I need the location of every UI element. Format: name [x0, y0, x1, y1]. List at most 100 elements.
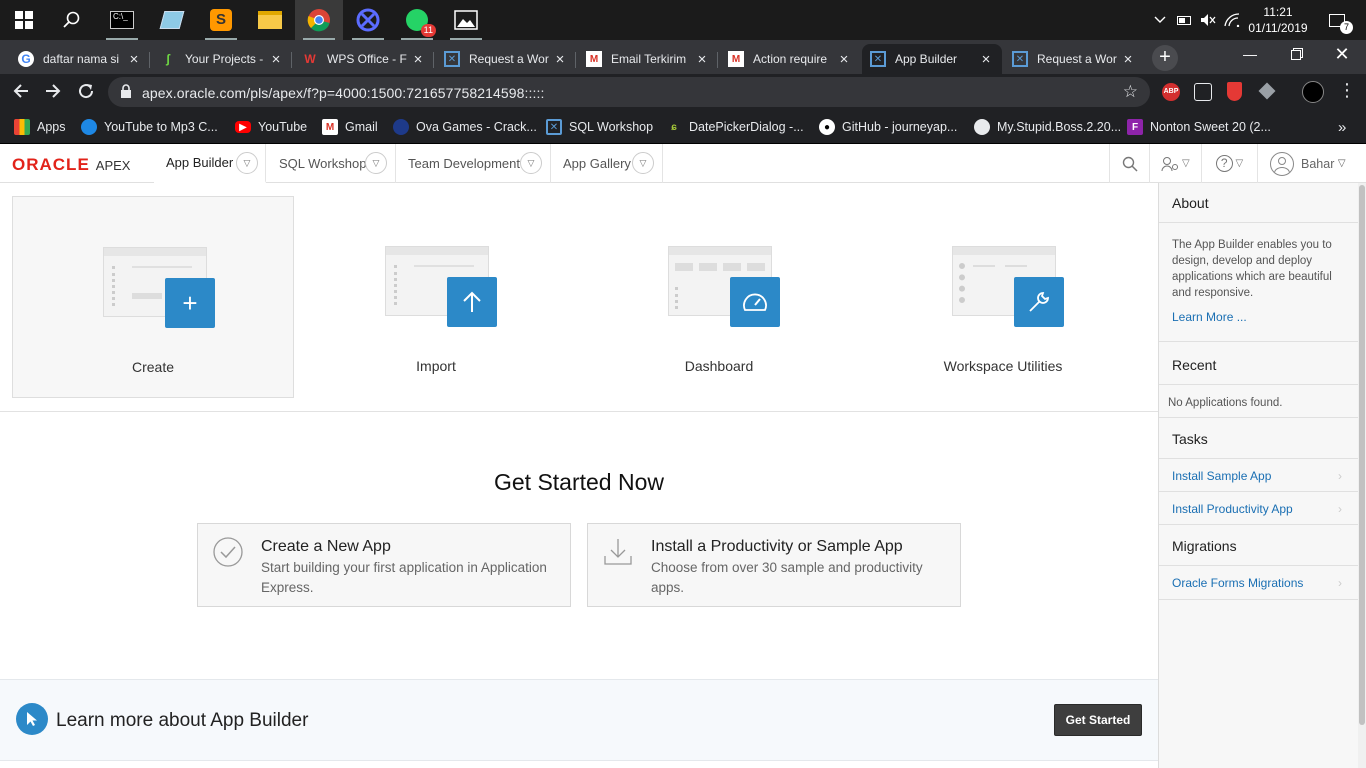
whatsapp-icon[interactable]: 11 — [393, 0, 441, 40]
bookmark-github[interactable]: ● GitHub - journeyap... — [819, 117, 957, 137]
close-window-icon[interactable]: ✕ — [1322, 40, 1362, 70]
tasks-heading: Tasks — [1172, 431, 1208, 447]
tab-app-builder[interactable]: App Builder ▽ — [154, 144, 266, 183]
oracle-apex-logo[interactable]: ORACLE APEX — [12, 155, 130, 175]
bookmark-star-icon[interactable]: ☆ — [1123, 82, 1138, 102]
dashboard-tile[interactable]: Dashboard — [578, 196, 860, 398]
chrome-notification-badge: 11 — [420, 24, 436, 37]
notepad-icon[interactable] — [148, 0, 196, 40]
cmd-icon[interactable]: C:\_ — [98, 0, 146, 40]
user-name: Bahar — [1301, 156, 1335, 171]
tab-wps-office[interactable]: W WPS Office - F × — [294, 44, 434, 74]
tab-request-workspace-1[interactable]: ✕ Request a Wor × — [436, 44, 576, 74]
bookmark-ova-games[interactable]: Ova Games - Crack... — [393, 117, 537, 137]
chevron-up-icon[interactable] — [1150, 0, 1170, 40]
tab-app-gallery[interactable]: App Gallery ▽ — [551, 144, 663, 183]
chevron-down-icon[interactable]: ▽ — [632, 152, 654, 174]
install-sample-app-link[interactable]: Install Sample App — [1172, 469, 1271, 483]
close-tab-icon[interactable]: × — [1120, 51, 1136, 68]
close-tab-icon[interactable]: × — [694, 51, 710, 68]
bookmark-youtube-to-mp3[interactable]: YouTube to Mp3 C... — [81, 117, 218, 137]
browser-menu-icon[interactable]: ⋮ — [1338, 80, 1356, 100]
clock-date: 01/11/2019 — [1248, 21, 1308, 35]
oracle-forms-migrations-link[interactable]: Oracle Forms Migrations — [1172, 576, 1303, 590]
apex-icon: ✕ — [546, 119, 562, 135]
bookmark-nonton-sweet-20[interactable]: F Nonton Sweet 20 (2... — [1127, 117, 1271, 137]
forward-arrow-icon[interactable] — [44, 82, 62, 105]
learn-more-link[interactable]: Learn More ... — [1172, 310, 1247, 324]
scrollbar-thumb[interactable] — [1359, 185, 1365, 725]
tab-team-development[interactable]: Team Development ▽ — [396, 144, 551, 183]
recent-heading: Recent — [1172, 357, 1217, 373]
apex-icon: ✕ — [444, 51, 460, 67]
close-tab-icon[interactable]: × — [126, 51, 142, 68]
sublime-icon[interactable]: S — [197, 0, 245, 40]
nav-label: App Gallery — [563, 156, 631, 171]
tab-title: Action require — [753, 52, 828, 66]
chevron-down-icon[interactable]: ▽ — [520, 152, 542, 174]
bookmarks-overflow-icon[interactable]: » — [1338, 117, 1346, 137]
gauge-icon — [730, 277, 780, 327]
new-tab-button[interactable]: + — [1152, 45, 1178, 71]
search-icon[interactable] — [48, 0, 96, 40]
chevron-down-icon[interactable]: ▽ — [236, 152, 258, 174]
page-scrollbar[interactable] — [1358, 183, 1366, 768]
install-productivity-app-card[interactable]: Install a Productivity or Sample App Cho… — [587, 523, 961, 607]
bookmark-youtube[interactable]: ▶ YouTube — [235, 117, 307, 137]
tab-sql-workshop[interactable]: SQL Workshop ▽ — [267, 144, 396, 183]
bookmark-datepickerdialog[interactable]: ɕ DatePickerDialog -... — [666, 117, 803, 137]
tab-email-terkirim[interactable]: M Email Terkirim × — [578, 44, 718, 74]
profile-avatar[interactable] — [1302, 81, 1324, 103]
bookmark-gmail[interactable]: M Gmail — [322, 117, 378, 137]
chrome-icon[interactable] — [295, 0, 343, 40]
close-tab-icon[interactable]: × — [268, 51, 284, 68]
tile-label: Dashboard — [684, 358, 754, 374]
gmail-icon: M — [728, 51, 744, 67]
file-explorer-icon[interactable] — [246, 0, 294, 40]
cube-extension-icon[interactable] — [1258, 82, 1276, 100]
system-clock[interactable]: 11:21 01/11/2019 — [1238, 4, 1318, 36]
bookmark-label: Gmail — [345, 120, 378, 134]
adblock-plus-icon[interactable]: ABP — [1162, 83, 1180, 101]
bookmark-my-stupid-boss[interactable]: My.Stupid.Boss.2.20... — [974, 117, 1121, 137]
tab-app-builder[interactable]: ✕ App Builder × — [862, 44, 1002, 74]
extension-icon[interactable] — [1194, 83, 1212, 101]
help-icon[interactable]: ? ▽ — [1201, 144, 1257, 183]
import-tile[interactable]: Import — [295, 196, 577, 398]
bookmark-sql-workshop[interactable]: ✕ SQL Workshop — [546, 117, 653, 137]
bookmark-apps[interactable]: Apps — [14, 117, 66, 137]
create-tile[interactable]: + Create — [12, 196, 294, 398]
reload-icon[interactable] — [77, 82, 95, 105]
admin-menu-icon[interactable]: ▽ — [1149, 144, 1201, 183]
volume-muted-icon[interactable] — [1198, 0, 1218, 40]
tab-your-projects[interactable]: ʃ Your Projects - × — [152, 44, 292, 74]
workspace-utilities-tile[interactable]: Workspace Utilities — [862, 196, 1144, 398]
tab-action-required[interactable]: M Action require × — [720, 44, 860, 74]
tab-daftar-nama[interactable]: G daftar nama si × — [10, 44, 150, 74]
create-new-app-card[interactable]: Create a New App Start building your fir… — [197, 523, 571, 607]
about-text: The App Builder enables you to design, d… — [1172, 239, 1332, 299]
minimize-window-icon[interactable]: — — [1230, 40, 1270, 70]
restore-window-icon[interactable] — [1276, 40, 1316, 70]
battery-icon[interactable] — [1174, 0, 1194, 40]
close-tab-icon[interactable]: × — [552, 51, 568, 68]
install-productivity-app-link[interactable]: Install Productivity App — [1172, 502, 1293, 516]
chevron-down-icon[interactable]: ▽ — [365, 152, 387, 174]
app-icon[interactable] — [344, 0, 392, 40]
photos-icon[interactable] — [442, 0, 490, 40]
tab-title: Your Projects - — [185, 52, 264, 66]
notification-center-icon[interactable]: 7 — [1322, 0, 1353, 40]
get-started-button[interactable]: Get Started — [1054, 704, 1142, 736]
lock-icon[interactable] — [120, 84, 132, 103]
start-icon[interactable] — [0, 0, 48, 40]
no-applications-text: No Applications found. — [1168, 397, 1283, 409]
back-arrow-icon[interactable] — [12, 82, 30, 105]
search-icon[interactable] — [1109, 144, 1149, 183]
close-tab-icon[interactable]: × — [978, 51, 994, 68]
shield-extension-icon[interactable] — [1227, 82, 1242, 101]
close-tab-icon[interactable]: × — [410, 51, 426, 68]
user-menu[interactable]: Bahar ▽ — [1257, 144, 1358, 183]
tab-request-workspace-2[interactable]: ✕ Request a Wor × — [1004, 44, 1144, 74]
address-bar[interactable]: apex.oracle.com/pls/apex/f?p=4000:1500:7… — [108, 77, 1150, 107]
close-tab-icon[interactable]: × — [836, 51, 852, 68]
